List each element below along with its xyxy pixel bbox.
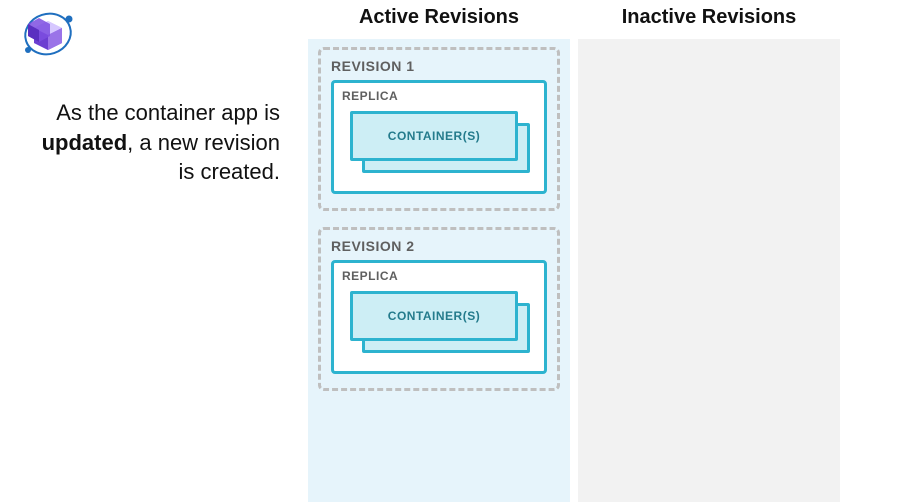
replica-block: REPLICA CONTAINER(S) <box>331 260 547 374</box>
columns: Active Revisions REVISION 1 REPLICA CONT… <box>308 0 840 502</box>
container-stack: CONTAINER(S) <box>350 111 536 173</box>
revision-title: REVISION 2 <box>331 238 547 254</box>
revision-block: REVISION 1 REPLICA CONTAINER(S) <box>318 47 560 211</box>
replica-title: REPLICA <box>342 269 536 283</box>
inactive-column-body <box>578 39 840 502</box>
revision-block: REVISION 2 REPLICA CONTAINER(S) <box>318 227 560 391</box>
explainer-bold: updated <box>42 130 128 155</box>
replica-title: REPLICA <box>342 89 536 103</box>
azure-container-apps-icon <box>18 8 78 65</box>
explainer-prefix: As the container app is <box>56 100 280 125</box>
revision-title: REVISION 1 <box>331 58 547 74</box>
active-revisions-column: Active Revisions REVISION 1 REPLICA CONT… <box>308 0 570 502</box>
inactive-revisions-column: Inactive Revisions <box>578 0 840 502</box>
explainer-suffix: , a new revision is created. <box>127 130 280 185</box>
container-card-front: CONTAINER(S) <box>350 111 518 161</box>
active-column-body: REVISION 1 REPLICA CONTAINER(S) REVISION… <box>308 39 570 502</box>
container-stack: CONTAINER(S) <box>350 291 536 353</box>
active-column-title: Active Revisions <box>308 0 570 39</box>
container-card-front: CONTAINER(S) <box>350 291 518 341</box>
replica-block: REPLICA CONTAINER(S) <box>331 80 547 194</box>
inactive-column-title: Inactive Revisions <box>578 0 840 39</box>
explainer-text: As the container app is updated, a new r… <box>20 98 280 187</box>
